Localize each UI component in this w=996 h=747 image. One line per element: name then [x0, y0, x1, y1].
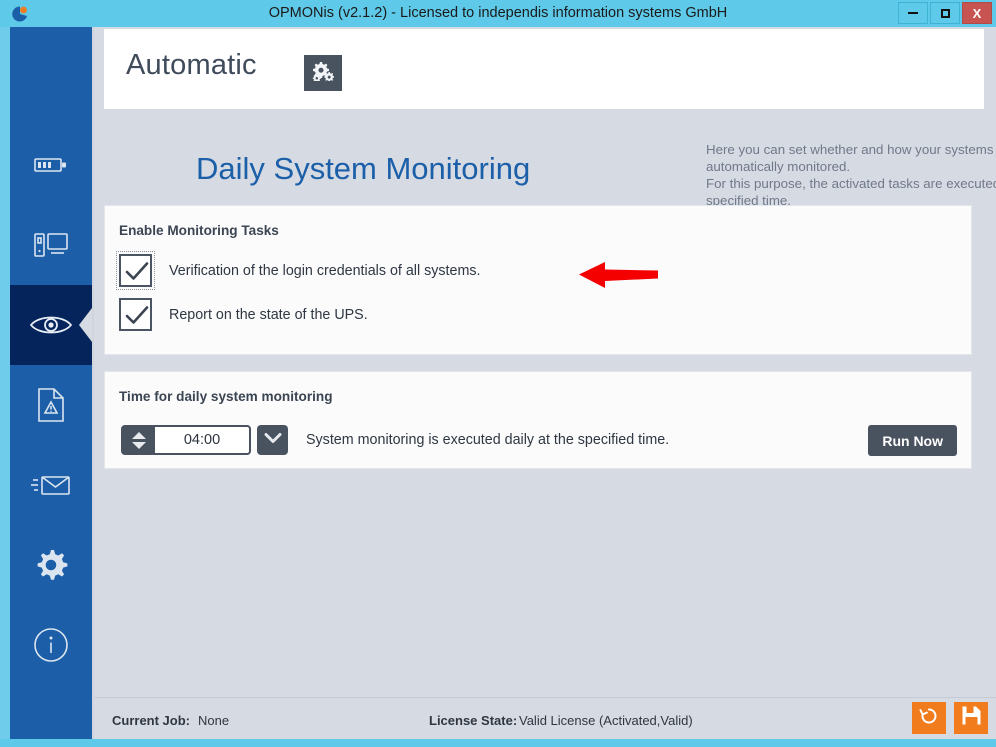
eye-icon — [29, 312, 73, 338]
sidebar — [0, 27, 92, 747]
gear-icon — [34, 548, 68, 582]
close-button[interactable]: X — [962, 2, 992, 24]
header-card: Automatic — [104, 29, 984, 109]
task-row-2[interactable]: Report on the state of the UPS. — [119, 298, 368, 331]
spinner-arrows[interactable] — [123, 427, 155, 453]
task-label-2: Report on the state of the UPS. — [169, 306, 368, 323]
save-button[interactable] — [954, 702, 988, 734]
task-row-1[interactable]: Verification of the login credentials of… — [116, 251, 481, 290]
undo-button[interactable] — [912, 702, 946, 734]
floppy-disk-save-icon — [962, 706, 981, 730]
sidebar-item-battery[interactable] — [10, 125, 92, 205]
chevron-up-icon[interactable] — [132, 431, 146, 439]
undo-arrow-icon — [919, 706, 939, 731]
main-content: Automatic Daily System Monitoring Here y… — [92, 27, 996, 747]
bottom-accent-edge — [0, 739, 996, 747]
sidebar-nav — [10, 27, 92, 747]
envelope-icon — [31, 473, 71, 497]
maximize-icon — [940, 8, 950, 18]
status-bar-actions — [912, 702, 988, 734]
checkbox-verify-login-credentials[interactable] — [116, 251, 155, 290]
section-title: Daily System Monitoring — [196, 151, 531, 186]
sidebar-item-systems[interactable] — [10, 205, 92, 285]
gears-icon — [312, 61, 335, 86]
page-title: Automatic — [126, 49, 257, 81]
selected-indicator-notch — [79, 308, 92, 342]
chevron-down-icon — [264, 431, 282, 449]
current-job-label: Current Job: — [112, 713, 190, 728]
maximize-button[interactable] — [930, 2, 960, 24]
sidebar-item-mail[interactable] — [10, 445, 92, 525]
time-value[interactable]: 04:00 — [155, 427, 249, 453]
sidebar-item-settings[interactable] — [10, 525, 92, 605]
window-title: OPMONis (v2.1.2) - Licensed to independi… — [268, 5, 728, 21]
sidebar-item-reports[interactable] — [10, 365, 92, 445]
application-window: OPMONis (v2.1.2) - Licensed to independi… — [0, 0, 996, 747]
sidebar-accent-edge — [0, 27, 10, 747]
red-left-arrow-annotation — [579, 261, 659, 291]
gears-button[interactable] — [304, 55, 342, 91]
time-dropdown-button[interactable] — [257, 425, 288, 455]
minimize-icon — [908, 12, 918, 14]
time-spinner-group: 04:00 System monitoring is executed dail… — [121, 425, 669, 455]
time-panel-heading: Time for daily system monitoring — [119, 389, 333, 404]
section-description: Here you can set whether and how your sy… — [706, 141, 996, 209]
sidebar-item-info[interactable] — [10, 605, 92, 685]
status-bar: Current Job: None License State: Valid L… — [94, 697, 996, 739]
time-spinner[interactable]: 04:00 — [121, 425, 251, 455]
license-state-value: Valid License (Activated,Valid) — [519, 713, 693, 728]
run-now-button[interactable]: Run Now — [868, 425, 957, 456]
title-bar: OPMONis (v2.1.2) - Licensed to independi… — [0, 0, 996, 27]
license-state-label: License State: — [429, 713, 518, 728]
checkbox-report-ups-state[interactable] — [119, 298, 152, 331]
chevron-down-icon[interactable] — [132, 441, 146, 449]
computer-monitor-icon — [34, 231, 68, 259]
task-label-1: Verification of the login credentials of… — [169, 262, 481, 279]
section-description-line1: Here you can set whether and how your sy… — [706, 142, 996, 174]
minimize-button[interactable] — [898, 2, 928, 24]
time-note: System monitoring is executed daily at t… — [306, 432, 670, 448]
time-panel: Time for daily system monitoring 04:00 S… — [104, 371, 972, 469]
battery-icon — [34, 155, 68, 175]
tasks-panel-heading: Enable Monitoring Tasks — [119, 223, 279, 238]
sidebar-item-monitoring[interactable] — [10, 285, 92, 365]
section-description-line2: For this purpose, the activated tasks ar… — [706, 176, 996, 208]
document-warning-icon — [37, 388, 65, 422]
current-job-value: None — [198, 713, 230, 728]
tasks-panel: Enable Monitoring Tasks Verification of … — [104, 205, 972, 355]
info-circle-icon — [33, 627, 69, 663]
window-controls: X — [898, 2, 992, 24]
